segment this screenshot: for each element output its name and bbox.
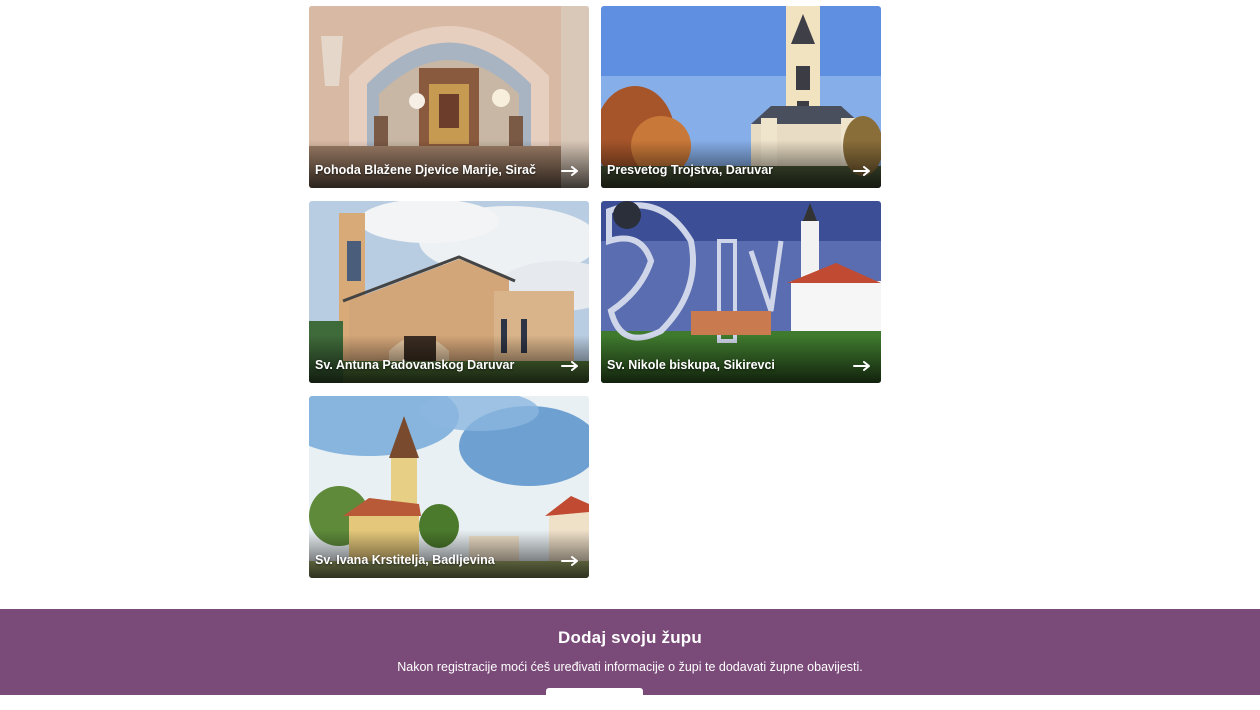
arrow-right-icon	[561, 361, 579, 371]
banner-description: Nakon registracije moći ćeš uređivati in…	[397, 660, 863, 674]
arrow-right-icon	[561, 166, 579, 176]
parish-name: Presvetog Trojstva, Daruvar	[607, 163, 774, 177]
parish-name: Sv. Nikole biskupa, Sikirevci	[607, 358, 775, 372]
arrow-right-icon	[853, 361, 871, 371]
parish-name: Sv. Antuna Padovanskog Daruvar	[315, 358, 515, 372]
add-parish-banner: Dodaj svoju župu Nakon registracije moći…	[0, 609, 1260, 710]
banner-title: Dodaj svoju župu	[558, 628, 702, 647]
parish-card[interactable]: Pohoda Blažene Djevice Marije, Sirač	[309, 6, 589, 188]
parish-card[interactable]: Sv. Ivana Krstitelja, Badljevina	[309, 396, 589, 578]
parish-card[interactable]: Sv. Antuna Padovanskog Daruvar	[309, 201, 589, 383]
parish-card[interactable]: Sv. Nikole biskupa, Sikirevci	[601, 201, 881, 383]
parish-name: Pohoda Blažene Djevice Marije, Sirač	[315, 163, 536, 177]
add-parish-button[interactable]	[546, 688, 643, 710]
arrow-right-icon	[561, 556, 579, 566]
parish-grid: Pohoda Blažene Djevice Marije, Sirač Pre…	[0, 0, 1260, 600]
arrow-right-icon	[853, 166, 871, 176]
parish-name: Sv. Ivana Krstitelja, Badljevina	[315, 553, 495, 567]
parish-card[interactable]: Presvetog Trojstva, Daruvar	[601, 6, 881, 188]
